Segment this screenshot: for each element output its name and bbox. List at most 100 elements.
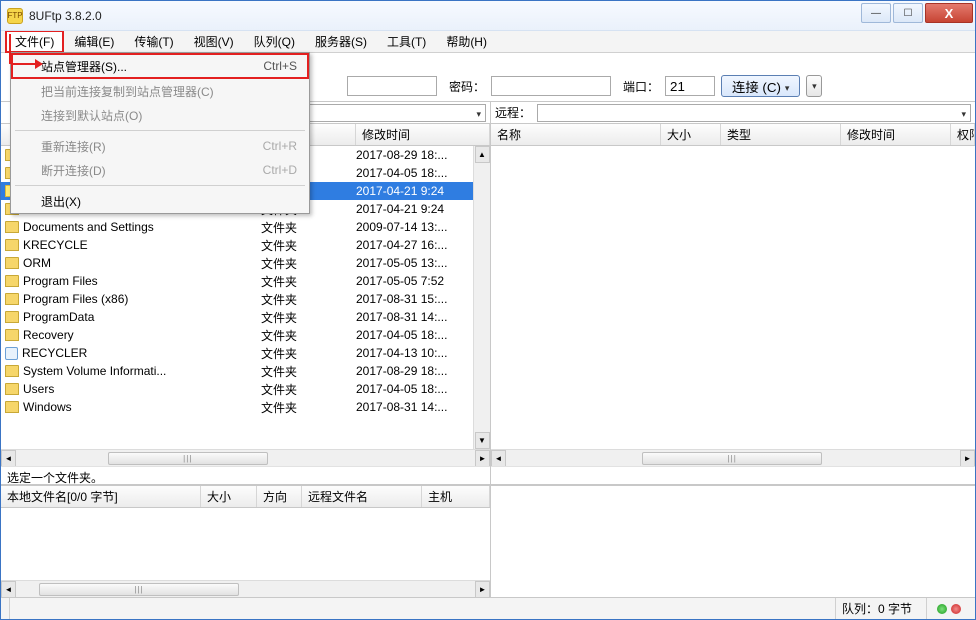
list-item[interactable]: Program Files (x86)文件夹2017-08-31 15:... (1, 290, 490, 308)
menu-help[interactable]: 帮助(H) (436, 30, 497, 53)
scroll-right-button[interactable]: ► (475, 581, 490, 598)
queue-left-hscroll[interactable]: ◄ ||| ► (1, 580, 490, 597)
led-green-icon (937, 604, 947, 614)
remote-path-combo[interactable] (537, 104, 971, 122)
folder-icon (5, 329, 19, 341)
menu-item-label: 退出(X) (41, 193, 81, 210)
password-input-prefix[interactable] (347, 76, 437, 96)
chevron-down-icon (785, 79, 790, 94)
file-name: Documents and Settings (23, 220, 154, 234)
close-button[interactable]: X (925, 3, 973, 23)
port-input[interactable] (665, 76, 715, 96)
queue-col-remotename[interactable]: 远程文件名 (302, 486, 422, 507)
menu-transfer[interactable]: 传输(T) (124, 30, 183, 53)
scroll-up-button[interactable]: ▲ (475, 146, 490, 163)
folder-icon (5, 311, 19, 323)
menu-view[interactable]: 视图(V) (184, 30, 244, 53)
menu-file[interactable]: 文件(F) (5, 30, 64, 53)
status-queue-text: 队列：0 字节 (842, 600, 912, 617)
menu-item: 连接到默认站点(O) (11, 103, 309, 127)
remote-col-perm[interactable]: 权限 (951, 124, 975, 145)
menu-item: 重新连接(R) Ctrl+R (11, 134, 309, 158)
connect-button-label: 连接 (C) (732, 77, 781, 96)
scroll-right-button[interactable]: ► (960, 450, 975, 467)
local-status: 选定一个文件夹。 (1, 466, 490, 484)
connect-history-dropdown[interactable] (806, 75, 822, 97)
annotation-arrow-line (9, 34, 11, 64)
hscroll-thumb[interactable]: ||| (642, 452, 822, 465)
file-name: Program Files (x86) (23, 292, 128, 306)
recycle-icon (5, 347, 18, 360)
file-name: ProgramData (23, 310, 94, 324)
list-item[interactable]: Program Files文件夹2017-05-05 7:52 (1, 272, 490, 290)
file-mtime: 2017-04-21 9:24 (356, 184, 490, 198)
file-mtime: 2009-07-14 13:... (356, 220, 490, 234)
menu-item[interactable]: 退出(X) (11, 189, 309, 213)
scroll-down-button[interactable]: ▼ (475, 432, 490, 449)
list-item[interactable]: KRECYCLE文件夹2017-04-27 16:... (1, 236, 490, 254)
minimize-button[interactable]: — (861, 3, 891, 23)
queue-col-dir[interactable]: 方向 (257, 486, 302, 507)
menu-edit[interactable]: 编辑(E) (64, 30, 124, 53)
list-item[interactable]: Recovery文件夹2017-04-05 18:... (1, 326, 490, 344)
menu-shortcut: Ctrl+R (263, 139, 297, 153)
vertical-scrollbar[interactable]: ▲ ▼ (473, 146, 490, 449)
folder-icon (5, 365, 19, 377)
port-label: 端口： (623, 78, 659, 95)
scroll-right-button[interactable]: ► (475, 450, 490, 467)
menu-tools[interactable]: 工具(T) (377, 30, 436, 53)
status-leds (926, 598, 967, 619)
scroll-left-button[interactable]: ◄ (1, 581, 16, 598)
list-item[interactable]: ProgramData文件夹2017-08-31 14:... (1, 308, 490, 326)
menu-queue[interactable]: 队列(Q) (244, 30, 305, 53)
local-hscroll[interactable]: ◄ ||| ► (1, 449, 490, 466)
remote-hscroll[interactable]: ◄ ||| ► (491, 449, 975, 466)
folder-icon (5, 257, 19, 269)
menu-separator (15, 185, 305, 186)
scroll-left-button[interactable]: ◄ (1, 450, 16, 467)
file-mtime: 2017-04-13 10:... (356, 346, 490, 360)
connect-button[interactable]: 连接 (C) (721, 75, 800, 97)
list-item[interactable]: Windows文件夹2017-08-31 14:... (1, 398, 490, 416)
file-name: KRECYCLE (23, 238, 88, 252)
file-mtime: 2017-08-29 18:... (356, 364, 490, 378)
list-item[interactable]: RECYCLER文件夹2017-04-13 10:... (1, 344, 490, 362)
list-item[interactable]: System Volume Informati...文件夹2017-08-29 … (1, 362, 490, 380)
queue-col-host[interactable]: 主机 (422, 486, 490, 507)
titlebar: FTP 8UFtp 3.8.2.0 — ☐ X (1, 1, 975, 31)
remote-path-label: 远程： (495, 104, 531, 121)
remote-col-mtime[interactable]: 修改时间 (841, 124, 951, 145)
queue-col-size[interactable]: 大小 (201, 486, 257, 507)
list-item[interactable]: Documents and Settings文件夹2009-07-14 13:.… (1, 218, 490, 236)
file-name: ORM (23, 256, 51, 270)
list-item[interactable]: Users文件夹2017-04-05 18:... (1, 380, 490, 398)
queue-col-localname[interactable]: 本地文件名[0/0 字节] (1, 486, 201, 507)
scroll-left-button[interactable]: ◄ (491, 450, 506, 467)
folder-icon (5, 383, 19, 395)
menu-item: 断开连接(D)Ctrl+D (11, 158, 309, 182)
password-label: 密码： (449, 78, 485, 95)
menu-item-label: 重新连接(R) (41, 138, 106, 155)
file-mtime: 2017-08-31 14:... (356, 400, 490, 414)
file-name: Windows (23, 400, 72, 414)
local-col-mtime[interactable]: 修改时间 (356, 124, 490, 145)
maximize-button[interactable]: ☐ (893, 3, 923, 23)
status-queue: 队列：0 字节 (835, 598, 918, 619)
queue-body-right[interactable] (491, 486, 975, 597)
chevron-down-icon (476, 106, 481, 120)
hscroll-thumb[interactable]: ||| (108, 452, 268, 465)
list-item[interactable]: ORM文件夹2017-05-05 13:... (1, 254, 490, 272)
remote-col-type[interactable]: 类型 (721, 124, 841, 145)
remote-col-size[interactable]: 大小 (661, 124, 721, 145)
queue-body-left[interactable] (1, 508, 490, 580)
menubar: 文件(F) 编辑(E) 传输(T) 视图(V) 队列(Q) 服务器(S) 工具(… (1, 31, 975, 53)
file-mtime: 2017-05-05 7:52 (356, 274, 490, 288)
window-title: 8UFtp 3.8.2.0 (29, 9, 102, 23)
remote-list[interactable] (491, 146, 975, 449)
menu-server[interactable]: 服务器(S) (305, 30, 377, 53)
hscroll-thumb[interactable]: ||| (39, 583, 239, 596)
remote-col-name[interactable]: 名称 (491, 124, 661, 145)
password-input[interactable] (491, 76, 611, 96)
menu-item[interactable]: 站点管理器(S)...Ctrl+S (11, 53, 309, 79)
folder-icon (5, 275, 19, 287)
